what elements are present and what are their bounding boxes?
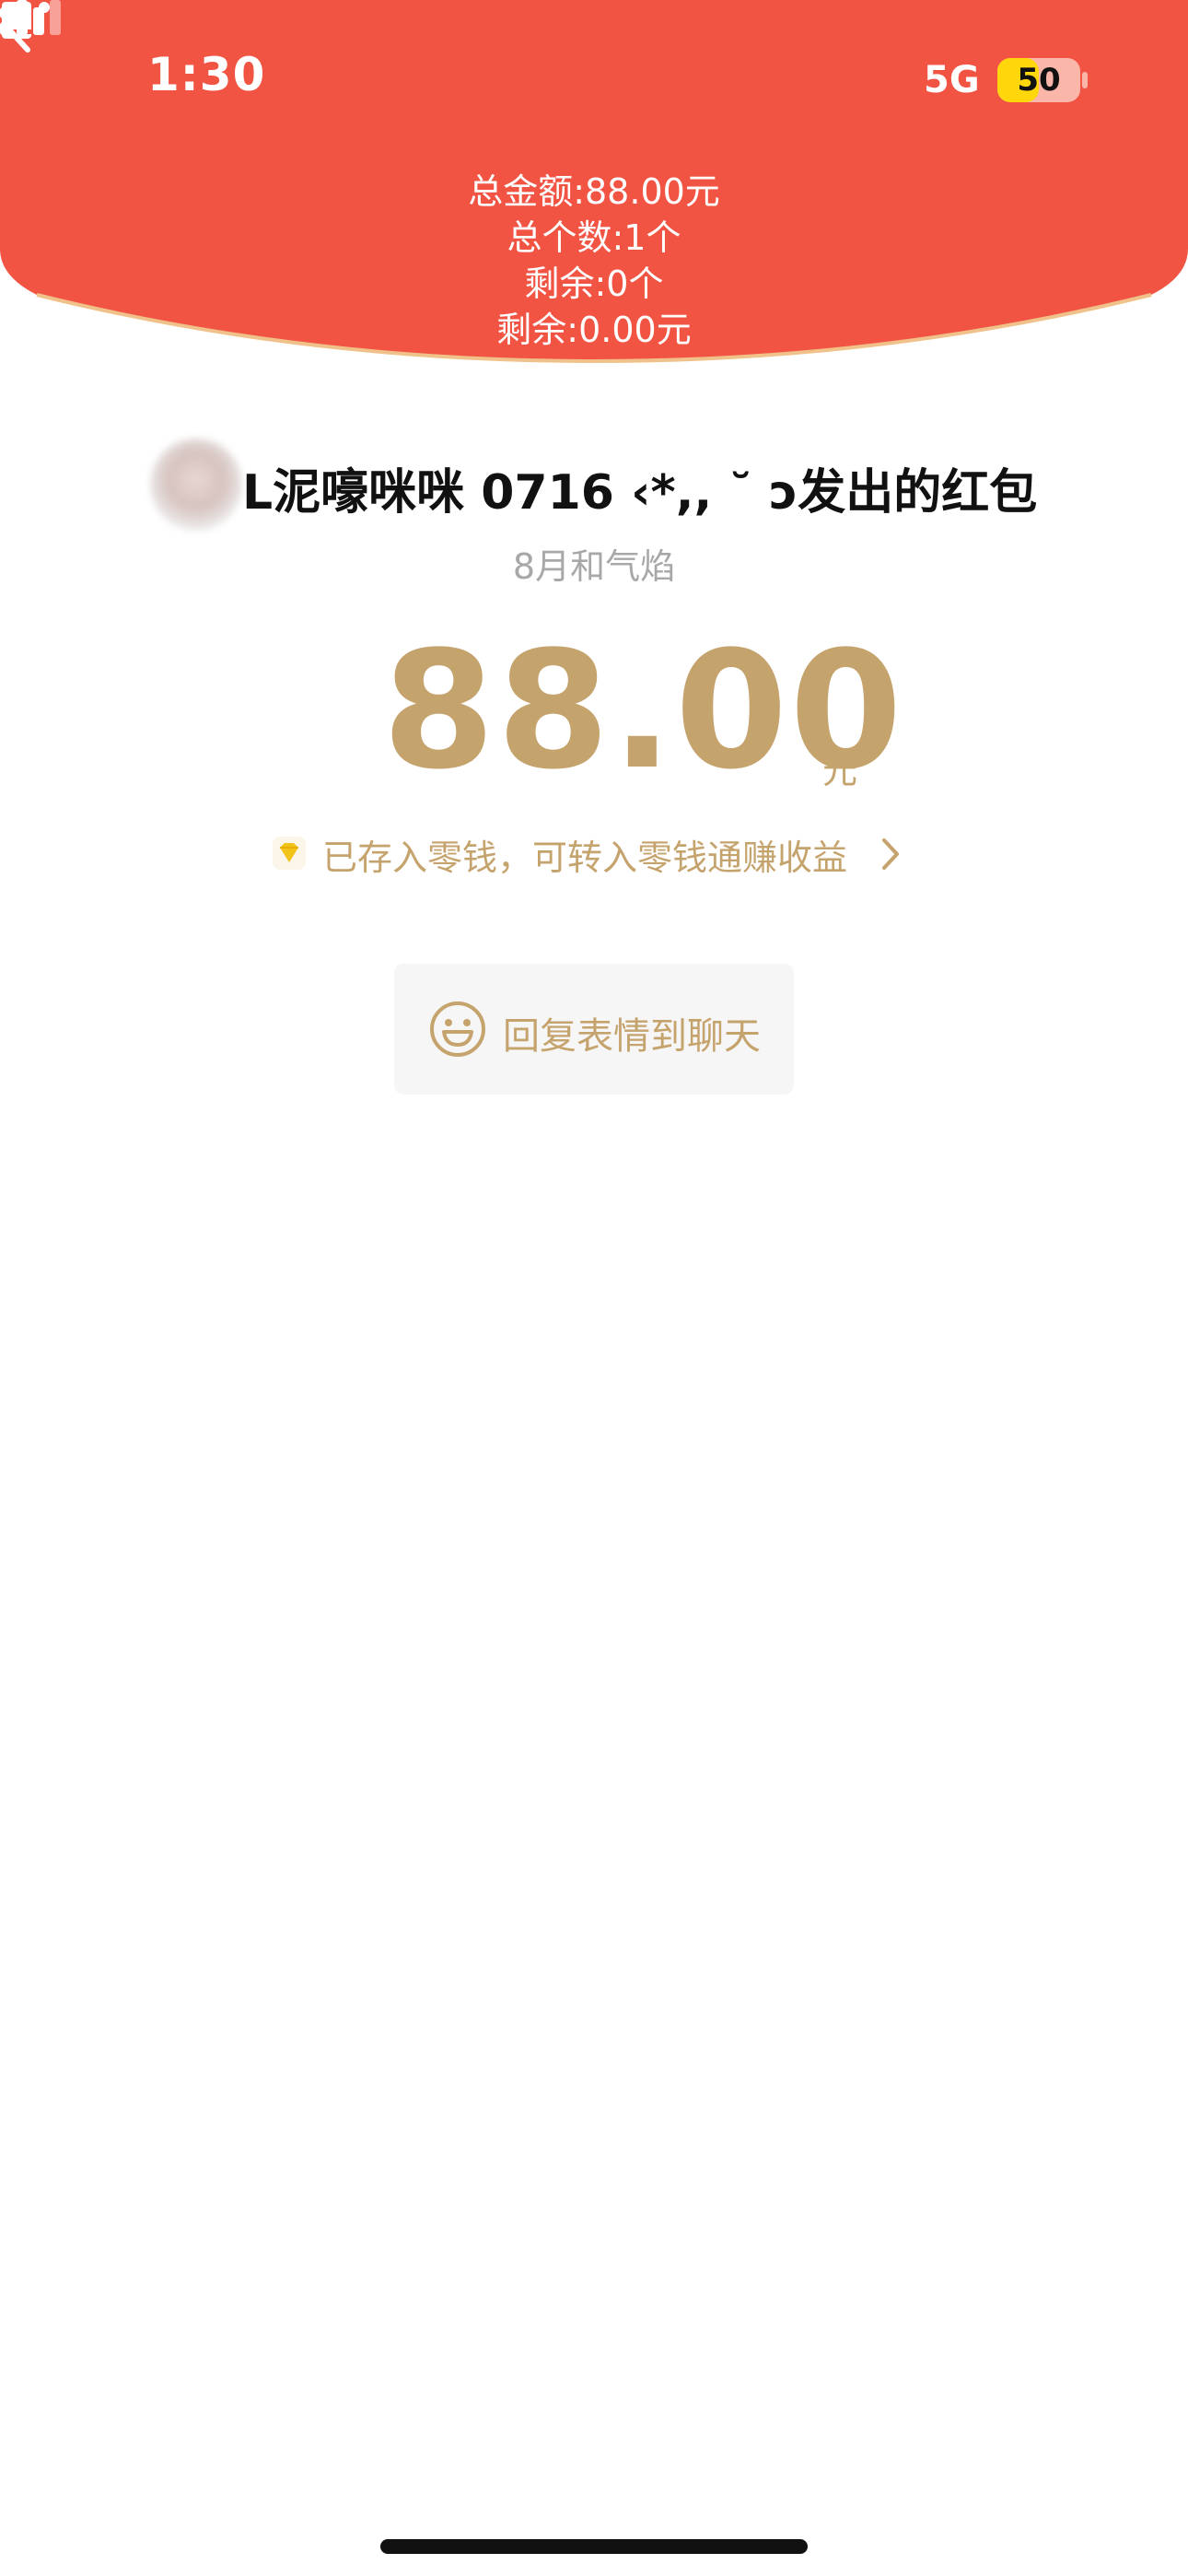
packet-summary: 总金额:88.00元 总个数:1个 剩余:0个 剩余:0.00元 <box>0 169 1188 353</box>
remaining-count: 剩余:0个 <box>524 263 664 304</box>
blessing-text: 8月和气焰 <box>512 546 676 587</box>
battery-indicator: 50 <box>997 58 1080 102</box>
reply-button-label: 回复表情到聊天 <box>503 1015 761 1058</box>
smile-icon <box>430 1001 485 1057</box>
more-icon[interactable] <box>0 0 52 15</box>
battery-cap <box>1082 72 1088 88</box>
avatar[interactable] <box>150 439 242 531</box>
chevron-right-icon[interactable] <box>880 837 901 872</box>
network-type: 5G <box>924 59 980 101</box>
remaining-amount: 剩余:0.00元 <box>496 310 692 350</box>
amount-unit: 元 <box>822 751 858 791</box>
total-count: 总个数:1个 <box>507 217 681 258</box>
status-time: 1:30 <box>147 48 266 101</box>
battery-level: 50 <box>1017 62 1061 99</box>
total-amount: 总金额:88.00元 <box>468 171 720 212</box>
diamond-icon <box>273 837 306 870</box>
home-indicator[interactable] <box>380 2539 808 2554</box>
wallet-notice[interactable]: 已存入零钱，可转入零钱通赚收益 <box>322 829 847 880</box>
reply-sticker-button[interactable]: 回复表情到聊天 <box>394 964 794 1095</box>
sender-title: L泥嚎咪咪 0716 ‹*,, ˘ ɔ发出的红包 <box>242 465 1038 521</box>
red-packet-header: 1:30 5G 50 总金额:88.00元 总个数:1个 剩余:0个 剩余:0.… <box>0 0 1188 364</box>
